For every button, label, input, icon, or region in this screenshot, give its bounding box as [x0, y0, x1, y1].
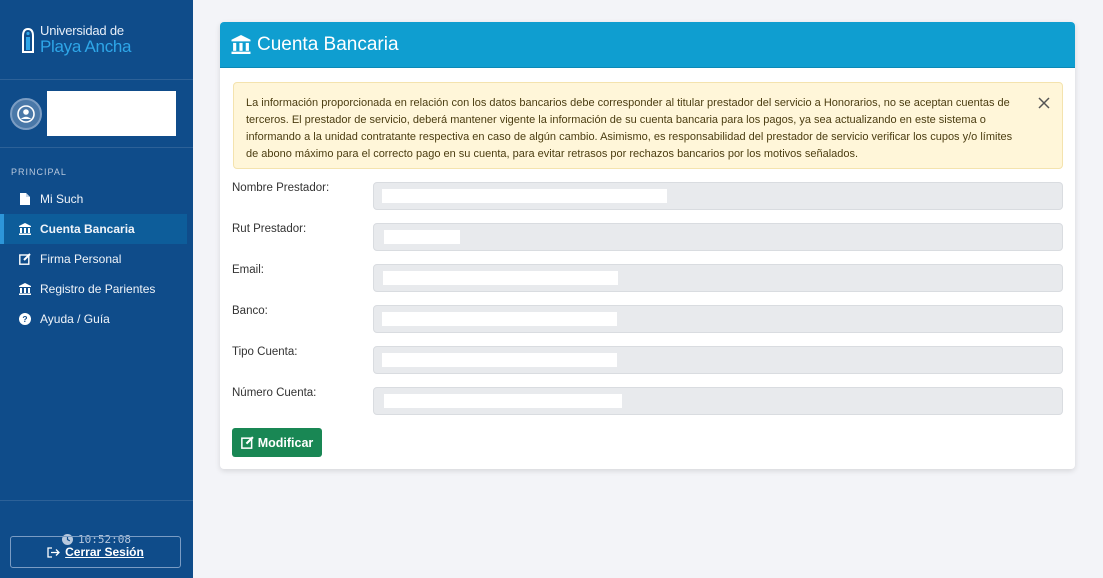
field-banco: Banco: [232, 305, 1063, 333]
modify-button[interactable]: Modificar [232, 428, 322, 457]
sidebar-item-ayuda[interactable]: ? Ayuda / Guía [0, 304, 193, 334]
sidebar-nav: Mi Such Cuenta Bancaria Firma Personal R… [0, 184, 193, 334]
bank-icon [231, 35, 251, 54]
redacted-value [382, 312, 617, 326]
sidebar-item-label: Registro de Parientes [40, 282, 156, 296]
sidebar-item-label: Firma Personal [40, 252, 122, 266]
info-alert: La información proporcionada en relación… [233, 82, 1063, 169]
svg-text:?: ? [22, 314, 27, 324]
redacted-value [382, 353, 617, 367]
logout-label: Cerrar Sesión [65, 545, 144, 559]
logout-button[interactable]: Cerrar Sesión [10, 536, 181, 568]
alert-text: La información proporcionada en relación… [246, 97, 1013, 160]
logo[interactable]: Universidad de Playa Ancha [0, 0, 193, 80]
user-name-redacted [47, 91, 176, 136]
field-numero-cuenta: Número Cuenta: [232, 387, 1063, 415]
help-icon: ? [19, 313, 31, 325]
sidebar-item-label: Cuenta Bancaria [40, 222, 135, 236]
bank-icon [19, 223, 31, 235]
numero-cuenta-field[interactable] [373, 387, 1063, 415]
clock: 10:52:08 [0, 500, 193, 546]
user-panel [0, 80, 193, 148]
banco-field[interactable] [373, 305, 1063, 333]
redacted-value [383, 271, 618, 285]
field-label: Nombre Prestador: [232, 182, 330, 194]
modify-button-label: Modificar [257, 435, 314, 450]
sidebar-item-firma-personal[interactable]: Firma Personal [0, 244, 193, 274]
sidebar-item-mi-such[interactable]: Mi Such [0, 184, 193, 214]
field-label: Email: [232, 264, 264, 276]
main-content: Cuenta Bancaria La información proporcio… [193, 0, 1103, 578]
redacted-value [384, 230, 460, 244]
brand-line2: Playa Ancha [40, 37, 132, 56]
bank-icon [19, 283, 31, 295]
nav-section-label: PRINCIPAL [11, 167, 67, 177]
redacted-value [382, 189, 667, 203]
field-rut-prestador: Rut Prestador: [232, 223, 1063, 251]
page-title: Cuenta Bancaria [257, 33, 399, 55]
field-label: Tipo Cuenta: [232, 346, 298, 358]
card-header: Cuenta Bancaria [220, 22, 1075, 68]
edit-icon [240, 436, 254, 449]
sidebar-item-cuenta-bancaria[interactable]: Cuenta Bancaria [0, 214, 187, 244]
file-icon [19, 193, 31, 205]
close-icon[interactable] [1036, 95, 1052, 111]
field-tipo-cuenta: Tipo Cuenta: [232, 346, 1063, 374]
user-avatar-icon [10, 97, 42, 130]
tipo-cuenta-field[interactable] [373, 346, 1063, 374]
email-field[interactable] [373, 264, 1063, 292]
redacted-value [384, 394, 622, 408]
nombre-prestador-field[interactable] [373, 182, 1063, 210]
field-label: Banco: [232, 305, 268, 317]
logout-icon [47, 546, 61, 558]
university-logo-icon [22, 27, 34, 53]
field-label: Número Cuenta: [232, 387, 317, 399]
bank-account-card: Cuenta Bancaria La información proporcio… [220, 22, 1075, 469]
field-nombre-prestador: Nombre Prestador: [232, 182, 1063, 210]
sidebar-item-label: Mi Such [40, 192, 84, 206]
rut-prestador-field[interactable] [373, 223, 1063, 251]
field-email: Email: [232, 264, 1063, 292]
sidebar-item-label: Ayuda / Guía [40, 312, 110, 326]
sidebar-item-registro-parientes[interactable]: Registro de Parientes [0, 274, 193, 304]
brand-line1: Universidad de [40, 23, 124, 38]
edit-icon [19, 253, 31, 265]
sidebar: Universidad de Playa Ancha PRINCIPAL Mi … [0, 0, 193, 578]
field-label: Rut Prestador: [232, 223, 307, 235]
